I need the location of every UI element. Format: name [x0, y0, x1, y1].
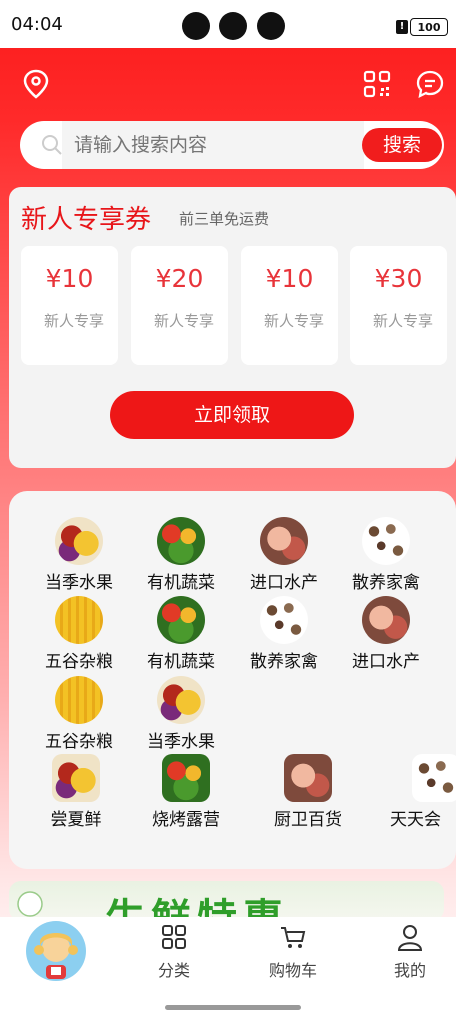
category-item[interactable]: 厨卫百货 [258, 754, 358, 830]
coupon-label: 新人专享 [373, 312, 434, 330]
category-name: 有机蔬菜 [147, 652, 215, 672]
coupon-item[interactable]: ¥10 新人专享 [241, 246, 338, 365]
category-item[interactable]: 天天会 [364, 754, 456, 830]
category-name: 厨卫百货 [274, 810, 342, 830]
category-name: 当季水果 [45, 573, 113, 593]
seafood-image [260, 517, 308, 565]
vegetable-image [162, 754, 210, 802]
search-input[interactable] [72, 121, 321, 171]
tab-profile[interactable]: 我的 [365, 923, 455, 981]
category-item[interactable]: 有机蔬菜 [131, 517, 231, 593]
category-item[interactable]: 五谷杂粮 [29, 596, 129, 672]
seafood-image [362, 596, 410, 644]
category-name: 烧烤露营 [152, 810, 220, 830]
fruit-image [55, 517, 103, 565]
coupon-amount: ¥30 [374, 264, 423, 293]
category-item[interactable]: 进口水产 [336, 596, 436, 672]
camera-icon [182, 12, 210, 40]
coupon-label: 新人专享 [264, 312, 325, 330]
coupon-amount: ¥10 [265, 264, 314, 293]
category-name: 进口水产 [250, 573, 318, 593]
tab-label: 购物车 [268, 961, 317, 980]
category-name: 尝夏鲜 [50, 810, 102, 830]
category-item[interactable]: 尝夏鲜 [26, 754, 126, 830]
battery-icon: 100 [410, 18, 448, 36]
tab-label: 分类 [157, 961, 190, 980]
camera-icon [257, 12, 285, 40]
category-name: 五谷杂粮 [45, 652, 113, 672]
fruit-image [157, 676, 205, 724]
category-item[interactable]: 当季水果 [29, 517, 129, 593]
status-time: 04:04 [11, 14, 63, 35]
cart-icon [281, 927, 306, 948]
corn-image [55, 596, 103, 644]
category-item[interactable]: 当季水果 [131, 676, 231, 752]
search-icon [42, 135, 62, 155]
category-item[interactable]: 五谷杂粮 [29, 676, 129, 752]
coupon-title: 新人专享券 [21, 205, 152, 235]
vegetable-image [157, 517, 205, 565]
coupon-item[interactable]: ¥30 新人专享 [350, 246, 447, 365]
category-grid-icon [162, 925, 186, 949]
category-item[interactable]: 有机蔬菜 [131, 596, 231, 672]
tab-cart[interactable]: 购物车 [248, 923, 338, 981]
qr-code-icon[interactable] [361, 68, 393, 100]
alert-icon: ! [396, 20, 408, 34]
vegetable-image [157, 596, 205, 644]
camera-icon [219, 12, 247, 40]
category-name: 天天会 [390, 810, 441, 830]
category-name: 有机蔬菜 [147, 573, 215, 593]
coupon-amount: ¥20 [155, 264, 204, 293]
banner-logo-icon [17, 891, 43, 917]
seafood-image [284, 754, 332, 802]
coupon-label: 新人专享 [44, 312, 105, 330]
banner-title: 生鲜特惠 [105, 896, 289, 921]
category-name: 进口水产 [352, 652, 420, 672]
category-name: 五谷杂粮 [45, 732, 113, 752]
promo-banner[interactable]: 生鲜特惠 [9, 881, 444, 921]
poultry-image [362, 517, 410, 565]
claim-coupon-button[interactable]: 立即领取 [110, 391, 354, 439]
category-name: 散养家禽 [352, 573, 420, 593]
fruit-image [52, 754, 100, 802]
tab-home[interactable] [11, 920, 101, 988]
category-item[interactable]: 进口水产 [234, 517, 334, 593]
message-icon[interactable] [414, 68, 446, 100]
category-name: 当季水果 [147, 732, 215, 752]
coupon-subtitle: 前三单免运费 [179, 210, 270, 228]
category-item[interactable]: 散养家禽 [336, 517, 436, 593]
poultry-image [260, 596, 308, 644]
corn-image [55, 676, 103, 724]
status-bar: 04:04 ! 100 [0, 0, 456, 48]
search-bar[interactable]: 搜索 [20, 121, 444, 171]
search-button[interactable]: 搜索 [362, 128, 442, 162]
home-indicator [165, 1005, 301, 1010]
coupon-item[interactable]: ¥20 新人专享 [131, 246, 228, 365]
coupon-item[interactable]: ¥10 新人专享 [21, 246, 118, 365]
coupon-label: 新人专享 [154, 312, 215, 330]
coupon-amount: ¥10 [45, 264, 94, 293]
tab-category[interactable]: 分类 [129, 923, 219, 981]
bottom-tab-bar: 分类 购物车 我的 [0, 917, 456, 1011]
tab-label: 我的 [393, 961, 426, 980]
profile-icon [397, 925, 423, 951]
category-item[interactable]: 散养家禽 [234, 596, 334, 672]
poultry-image [412, 754, 456, 802]
category-name: 散养家禽 [250, 652, 318, 672]
avatar-icon [26, 921, 86, 981]
category-grid: 当季水果 有机蔬菜 进口水产 散养家禽 五谷杂粮 有机蔬菜 散养家禽 进口水产 … [9, 491, 456, 869]
category-item[interactable]: 烧烤露营 [136, 754, 236, 830]
location-pin-icon[interactable] [20, 68, 52, 100]
new-user-coupon-card: 新人专享券 前三单免运费 ¥10 新人专享 ¥20 新人专享 ¥10 新人专享 … [9, 187, 456, 468]
